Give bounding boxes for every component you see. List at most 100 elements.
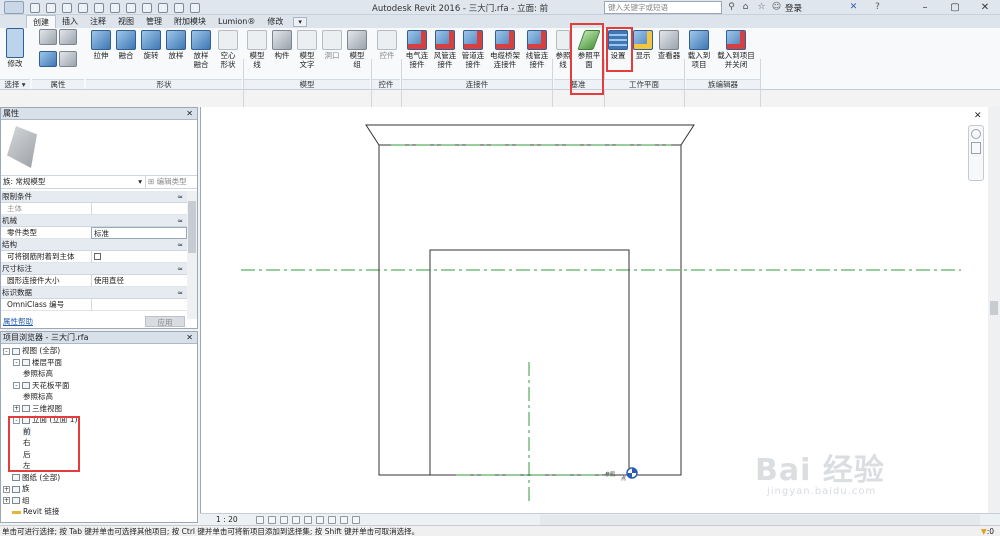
extrude-button[interactable]: 拉伸 bbox=[90, 30, 112, 60]
navigation-bar[interactable] bbox=[968, 125, 984, 181]
browser-node[interactable]: Revit 链接 bbox=[1, 506, 197, 518]
model-line-button[interactable]: 模型线 bbox=[246, 30, 268, 69]
browser-node[interactable]: - 天花板平面 bbox=[1, 380, 197, 392]
tab-insert[interactable]: 插入 bbox=[56, 15, 84, 28]
void-forms-button[interactable]: 空心形状 bbox=[216, 30, 240, 69]
properties-scrollbar[interactable] bbox=[187, 191, 197, 319]
revolve-button[interactable]: 旋转 bbox=[140, 30, 162, 60]
reveal-hidden-icon[interactable] bbox=[340, 516, 348, 524]
sweep-button[interactable]: 放样 bbox=[165, 30, 187, 60]
show-crop-icon[interactable] bbox=[316, 516, 324, 524]
close-window-button[interactable]: ✕ bbox=[970, 0, 1000, 15]
steering-wheel-icon[interactable] bbox=[971, 129, 981, 139]
category-dimensions[interactable]: 尺寸标注 ≈ bbox=[1, 263, 187, 275]
expand-icon[interactable]: + bbox=[13, 405, 20, 412]
category-structural[interactable]: 结构 ≈ bbox=[1, 239, 187, 251]
modify-button[interactable]: 修改 bbox=[4, 28, 26, 68]
crop-view-icon[interactable] bbox=[304, 516, 312, 524]
ribbon-collapse-toggle[interactable]: ▾ bbox=[293, 17, 307, 27]
tab-manage[interactable]: 管理 bbox=[140, 15, 168, 28]
category-constraints[interactable]: 限制条件 ≈ bbox=[1, 191, 187, 203]
load-into-project-button[interactable]: 载入到项目 bbox=[686, 30, 712, 69]
analytical-model-icon[interactable] bbox=[352, 516, 360, 524]
duct-connector-button[interactable]: 风管连接件 bbox=[432, 30, 458, 69]
blend-button[interactable]: 融合 bbox=[115, 30, 137, 60]
rebar-host-checkbox[interactable] bbox=[94, 253, 101, 260]
3d-view-icon[interactable] bbox=[158, 2, 168, 13]
tab-create[interactable]: 创建 bbox=[26, 15, 56, 28]
thin-lines-icon[interactable] bbox=[190, 2, 200, 13]
component-button[interactable]: 构件 bbox=[271, 30, 293, 60]
binoculars-icon[interactable]: ⚲ bbox=[726, 2, 737, 13]
help-icon[interactable]: ? bbox=[872, 2, 883, 13]
vertical-scrollbar[interactable] bbox=[988, 107, 1000, 513]
revit-logo-icon[interactable] bbox=[4, 1, 24, 14]
conduit-connector-button[interactable]: 线管连接件 bbox=[524, 30, 550, 69]
properties-tools[interactable] bbox=[34, 29, 82, 70]
edit-type-button[interactable]: ⊞ 编辑类型 bbox=[148, 176, 187, 188]
temporary-hide-icon[interactable] bbox=[328, 516, 336, 524]
door-frame-outer[interactable] bbox=[378, 145, 682, 476]
scroll-thumb[interactable] bbox=[990, 301, 998, 315]
browser-node[interactable]: + 族 bbox=[1, 483, 197, 495]
tab-addins[interactable]: 附加模块 bbox=[168, 15, 212, 28]
section-icon[interactable] bbox=[174, 2, 184, 13]
user-icon[interactable]: ☺ bbox=[771, 2, 782, 13]
scroll-thumb[interactable] bbox=[188, 201, 196, 253]
browser-node[interactable]: 图纸 (全部) bbox=[1, 472, 197, 484]
print-icon[interactable] bbox=[110, 2, 120, 13]
measure-icon[interactable] bbox=[126, 2, 136, 13]
undo-icon[interactable] bbox=[78, 2, 88, 13]
show-work-plane-button[interactable]: 显示 bbox=[632, 30, 654, 60]
file-menu-tab[interactable] bbox=[4, 15, 26, 28]
tab-modify[interactable]: 修改 bbox=[261, 15, 289, 28]
part-type-field[interactable]: 标准 bbox=[91, 227, 187, 239]
open-icon[interactable] bbox=[30, 2, 40, 13]
collapse-icon[interactable]: - bbox=[13, 359, 20, 366]
text-icon[interactable] bbox=[142, 2, 152, 13]
apply-button[interactable]: 应用 bbox=[145, 316, 185, 327]
browser-node[interactable]: + 三维视图 bbox=[1, 403, 197, 415]
model-group-button[interactable]: 模型组 bbox=[346, 30, 368, 69]
panel-select[interactable]: 选择 ▾ bbox=[0, 79, 30, 89]
viewer-button[interactable]: 查看器 bbox=[656, 30, 682, 60]
cable-tray-connector-button[interactable]: 电缆桥架连接件 bbox=[488, 30, 522, 69]
category-mechanical[interactable]: 机械 ≈ bbox=[1, 215, 187, 227]
expand-icon[interactable]: + bbox=[3, 485, 10, 493]
tab-view[interactable]: 视图 bbox=[112, 15, 140, 28]
properties-help-link[interactable]: 属性帮助 bbox=[3, 316, 33, 328]
expand-icon[interactable]: + bbox=[3, 497, 10, 504]
tab-annotate[interactable]: 注释 bbox=[84, 15, 112, 28]
restore-button[interactable]: ▢ bbox=[940, 0, 970, 15]
tab-lumion[interactable]: Lumion® bbox=[212, 15, 261, 28]
close-icon[interactable]: ✕ bbox=[186, 332, 193, 344]
control-button[interactable]: 控件 bbox=[375, 30, 399, 60]
type-selector[interactable]: 族: 常规模型 ▾ bbox=[1, 176, 146, 188]
zoom-icon[interactable] bbox=[971, 142, 981, 154]
close-view-icon[interactable]: ✕ bbox=[974, 111, 982, 121]
shadows-icon[interactable] bbox=[292, 516, 300, 524]
subscription-icon[interactable]: ⌂ bbox=[740, 2, 751, 13]
close-icon[interactable]: ✕ bbox=[186, 108, 193, 120]
detail-level-icon[interactable] bbox=[256, 516, 264, 524]
collapse-icon[interactable]: - bbox=[13, 382, 20, 389]
redo-icon[interactable] bbox=[94, 2, 104, 13]
browser-node[interactable]: 参照标高 bbox=[1, 391, 197, 403]
login-link[interactable]: 登录 bbox=[785, 2, 802, 14]
opening-button[interactable]: 洞口 bbox=[321, 30, 343, 60]
search-input[interactable]: 键入关键字或短语 bbox=[604, 1, 722, 14]
exchange-icon[interactable]: ✕ bbox=[848, 2, 859, 13]
collapse-icon[interactable]: - bbox=[3, 347, 10, 355]
save-icon[interactable] bbox=[46, 2, 56, 13]
visual-style-icon[interactable] bbox=[268, 516, 276, 524]
sun-path-icon[interactable] bbox=[280, 516, 288, 524]
category-identity-data[interactable]: 标识数据 ≈ bbox=[1, 287, 187, 299]
browser-node[interactable]: 参照标高 bbox=[1, 368, 197, 380]
door-lintel[interactable] bbox=[365, 124, 695, 146]
browser-node[interactable]: + 组 bbox=[1, 495, 197, 507]
selection-filter[interactable]: ▼:0 bbox=[981, 526, 994, 536]
favorites-icon[interactable]: ☆ bbox=[756, 2, 767, 13]
electrical-connector-button[interactable]: 电气连接件 bbox=[404, 30, 430, 69]
horizontal-scrollbar[interactable] bbox=[540, 515, 980, 525]
pipe-connector-button[interactable]: 管道连接件 bbox=[460, 30, 486, 69]
